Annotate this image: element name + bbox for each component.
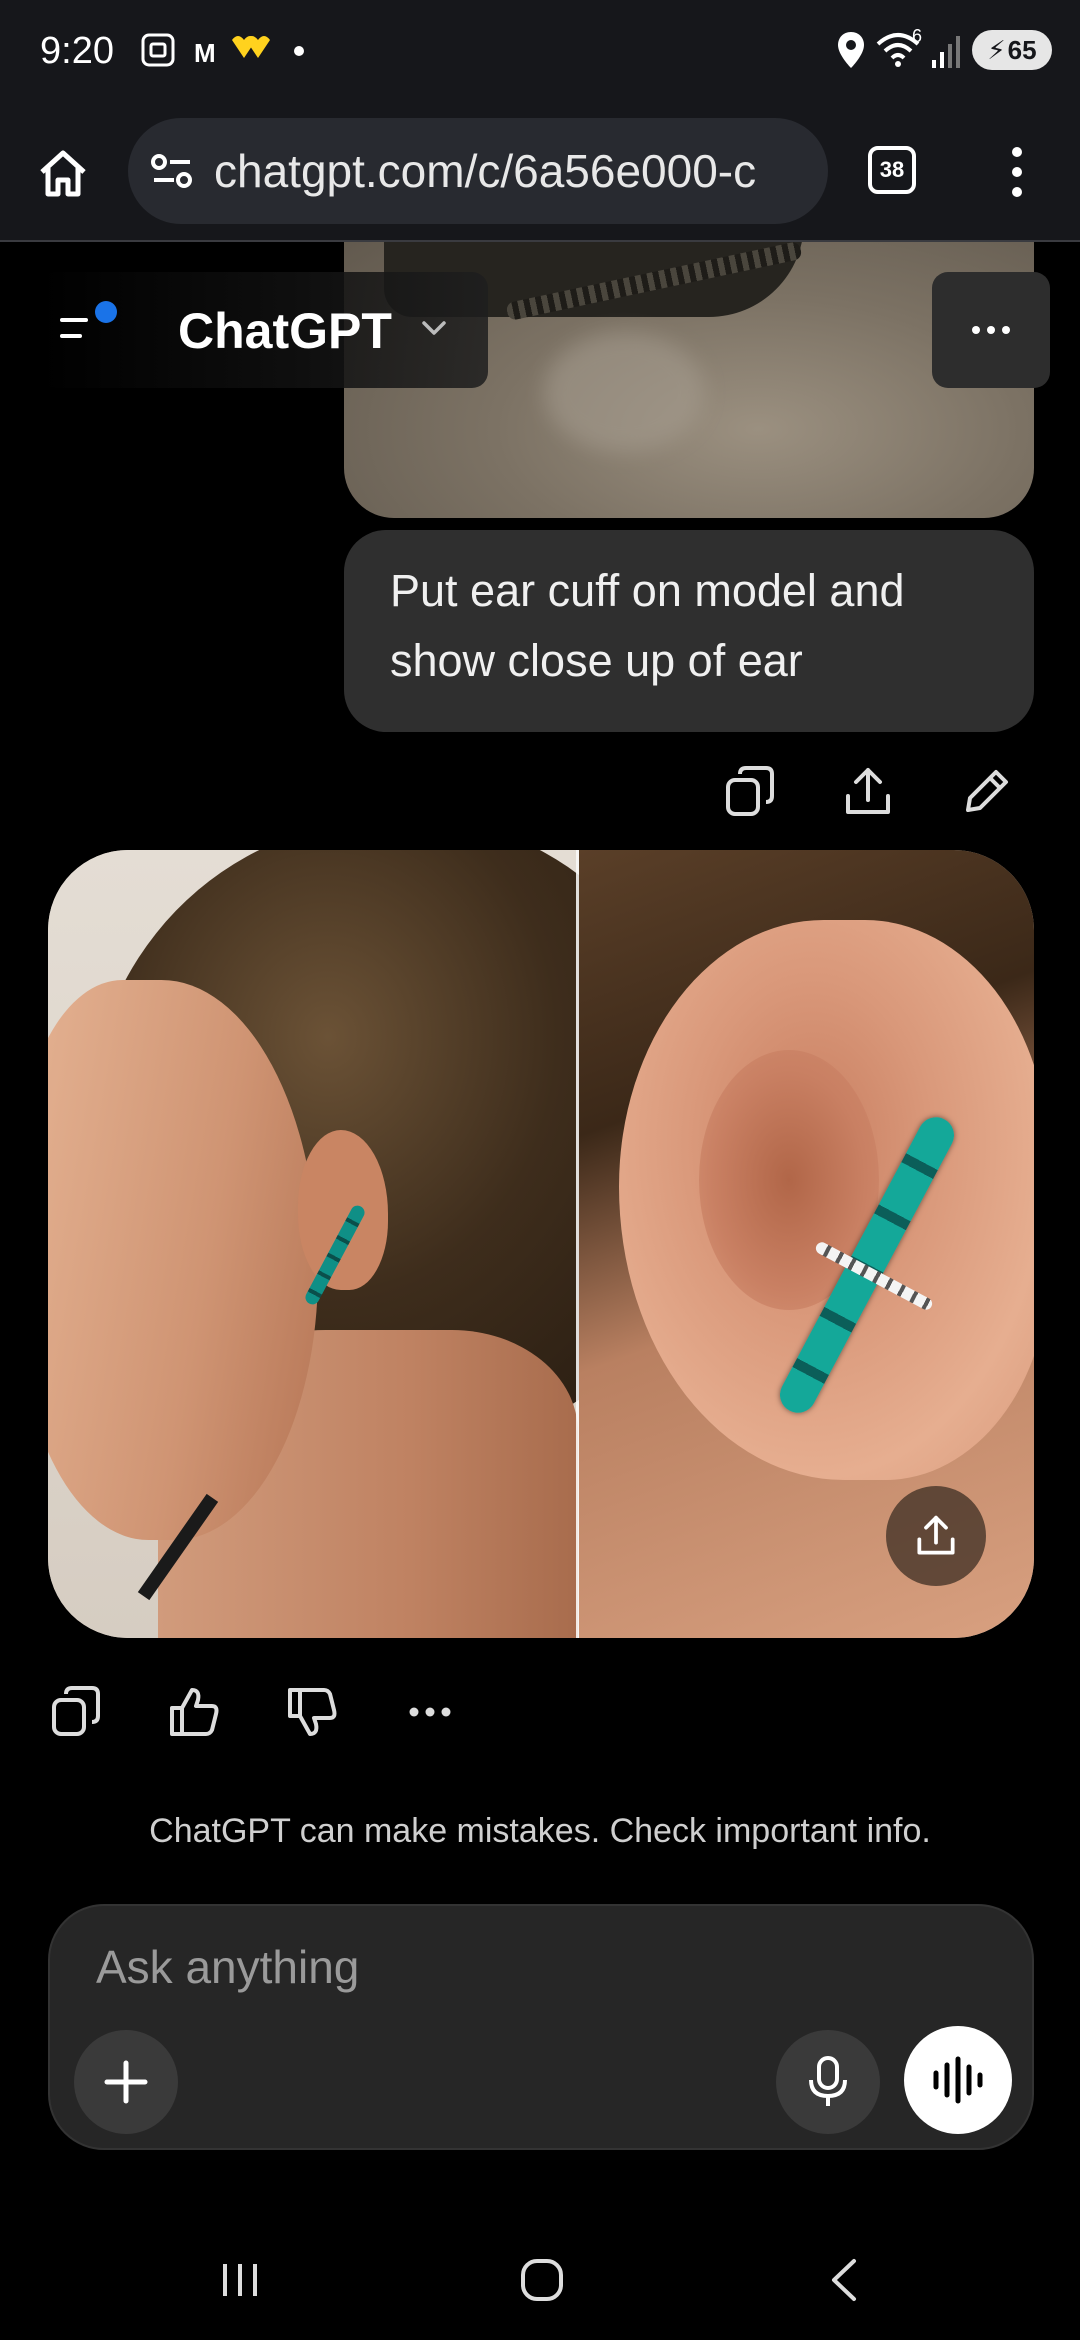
tab-switcher-button[interactable]: 38: [868, 146, 916, 194]
thumbs-down-icon[interactable]: [282, 1682, 342, 1742]
chat-title[interactable]: ChatGPT: [178, 302, 392, 360]
address-bar[interactable]: chatgpt.com/c/6a56e000-c: [128, 118, 828, 224]
add-attachment-button[interactable]: [74, 2030, 178, 2134]
image-share-button[interactable]: [886, 1486, 986, 1586]
chat-header: ChatGPT: [0, 242, 1080, 402]
model-profile-photo: [48, 850, 688, 1638]
more-options-icon[interactable]: [400, 1682, 460, 1742]
browser-menu-icon[interactable]: [1002, 144, 1032, 200]
share-icon[interactable]: [838, 762, 898, 822]
recent-apps-button[interactable]: [200, 2240, 280, 2320]
dictate-button[interactable]: [776, 2030, 880, 2134]
home-square-icon: [521, 2259, 563, 2301]
home-icon[interactable]: [36, 146, 90, 200]
recent-apps-icon: [223, 2264, 257, 2296]
edit-pencil-icon[interactable]: [956, 762, 1016, 822]
status-time: 9:20: [40, 30, 114, 72]
share-icon: [917, 1515, 955, 1555]
location-icon: [838, 32, 864, 68]
copy-icon[interactable]: [720, 762, 780, 822]
wifi-label: 6: [912, 26, 923, 46]
voice-waveform-icon: [933, 2056, 983, 2104]
microphone-icon: [809, 2056, 847, 2106]
back-chevron-icon: [832, 2259, 856, 2301]
url-text: chatgpt.com/c/6a56e000-c: [214, 145, 757, 197]
plus-icon: [104, 2060, 148, 2104]
disclaimer-text: ChatGPT can make mistakes. Check importa…: [149, 1812, 931, 1850]
chat-options-button[interactable]: [932, 272, 1050, 388]
browser-toolbar: chatgpt.com/c/6a56e000-c 38: [0, 104, 1080, 242]
sidebar-toggle-icon[interactable]: [58, 300, 124, 354]
home-nav-button[interactable]: [502, 2240, 582, 2320]
site-settings-icon[interactable]: [150, 151, 194, 191]
user-message: Put ear cuff on model and show close up …: [344, 530, 1034, 732]
composer: Ask anything: [48, 1904, 1034, 2150]
screenshot-icon: [141, 33, 175, 67]
gmail-icon: M: [194, 38, 216, 68]
voice-mode-button[interactable]: [904, 2026, 1012, 2134]
chat-thread[interactable]: ChatGPT Put ear cuff on model and show c…: [0, 242, 1080, 2200]
generated-image[interactable]: [48, 850, 1034, 1638]
copy-icon[interactable]: [46, 1682, 106, 1742]
battery-indicator: ⚡ 65: [972, 30, 1052, 70]
battery-level: 65: [1007, 34, 1037, 65]
signal-icon: [932, 36, 960, 68]
notification-dot-icon: [294, 46, 304, 56]
status-bar: 9:20 M 6 ⚡ 65: [0, 0, 1080, 104]
thumbs-up-icon[interactable]: [164, 1682, 224, 1742]
back-button[interactable]: [804, 2240, 884, 2320]
wally-hearts-icon: [232, 36, 270, 58]
charging-icon: ⚡: [987, 34, 1006, 65]
chevron-down-icon[interactable]: [420, 318, 448, 338]
message-input[interactable]: Ask anything: [96, 1940, 359, 1994]
system-navigation-bar: [0, 2200, 1080, 2340]
